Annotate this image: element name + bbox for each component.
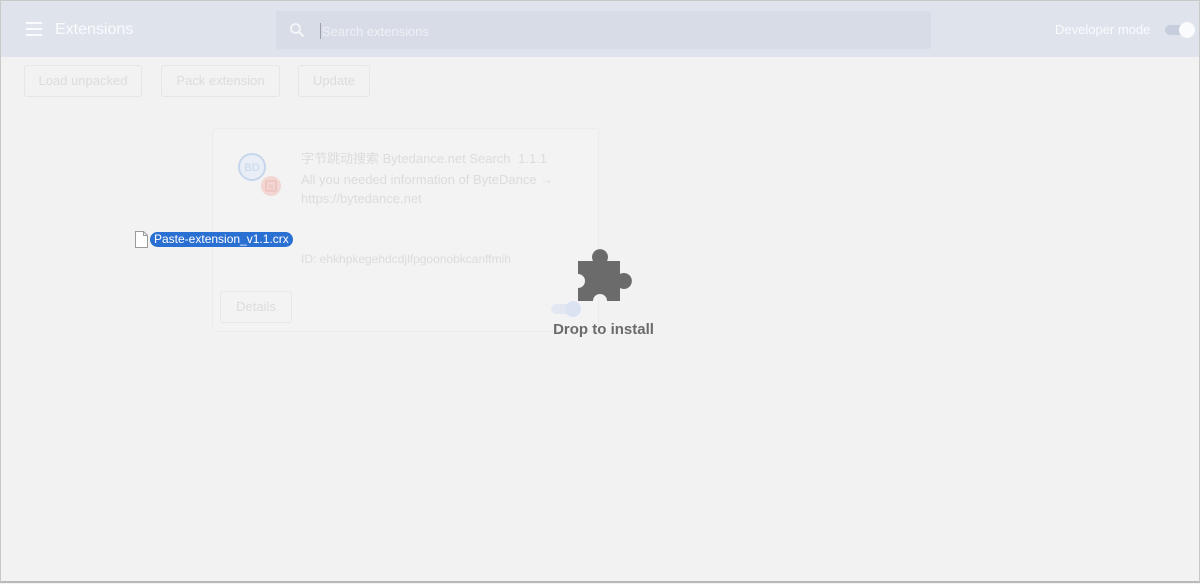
extension-enable-toggle[interactable]	[549, 301, 583, 317]
developer-mode-toggle[interactable]	[1163, 22, 1195, 38]
puzzle-icon	[578, 249, 632, 301]
details-button[interactable]: Details	[220, 291, 292, 323]
svg-text:BD: BD	[244, 162, 259, 174]
search-icon	[290, 23, 305, 38]
drop-to-install-label: Drop to install	[553, 321, 654, 338]
file-icon	[135, 231, 148, 248]
load-unpacked-button[interactable]: Load unpacked	[24, 65, 142, 97]
extension-card: BD B 字节跳动搜索 Bytedance.net Search 1.1.1 A…	[212, 128, 599, 332]
header-bar: Extensions Developer mode	[1, 1, 1199, 57]
dragged-file-name: Paste-extension_v1.1.crx	[150, 232, 293, 247]
extension-logo-icon: BD B	[238, 153, 281, 196]
extension-name: 字节跳动搜索 Bytedance.net Search 1.1.1	[301, 148, 547, 167]
update-button[interactable]: Update	[298, 65, 370, 97]
extension-id: ID: ehkhpkegehdcdjlfpgoonobkcanffmih	[301, 252, 511, 266]
extension-name-text: 字节跳动搜索 Bytedance.net Search	[301, 151, 511, 166]
developer-mode-label: Developer mode	[1055, 22, 1151, 37]
search-box[interactable]	[276, 11, 931, 49]
page-title: Extensions	[55, 21, 134, 38]
extension-description: All you needed information of ByteDance …	[301, 172, 554, 206]
search-input[interactable]	[320, 20, 884, 42]
extension-version: 1.1.1	[518, 151, 548, 166]
hamburger-menu-icon[interactable]	[26, 22, 42, 36]
pack-extension-button[interactable]: Pack extension	[161, 65, 280, 97]
extensions-page: Extensions Developer mode Load unpacked …	[0, 0, 1200, 583]
svg-text:B: B	[269, 185, 274, 192]
